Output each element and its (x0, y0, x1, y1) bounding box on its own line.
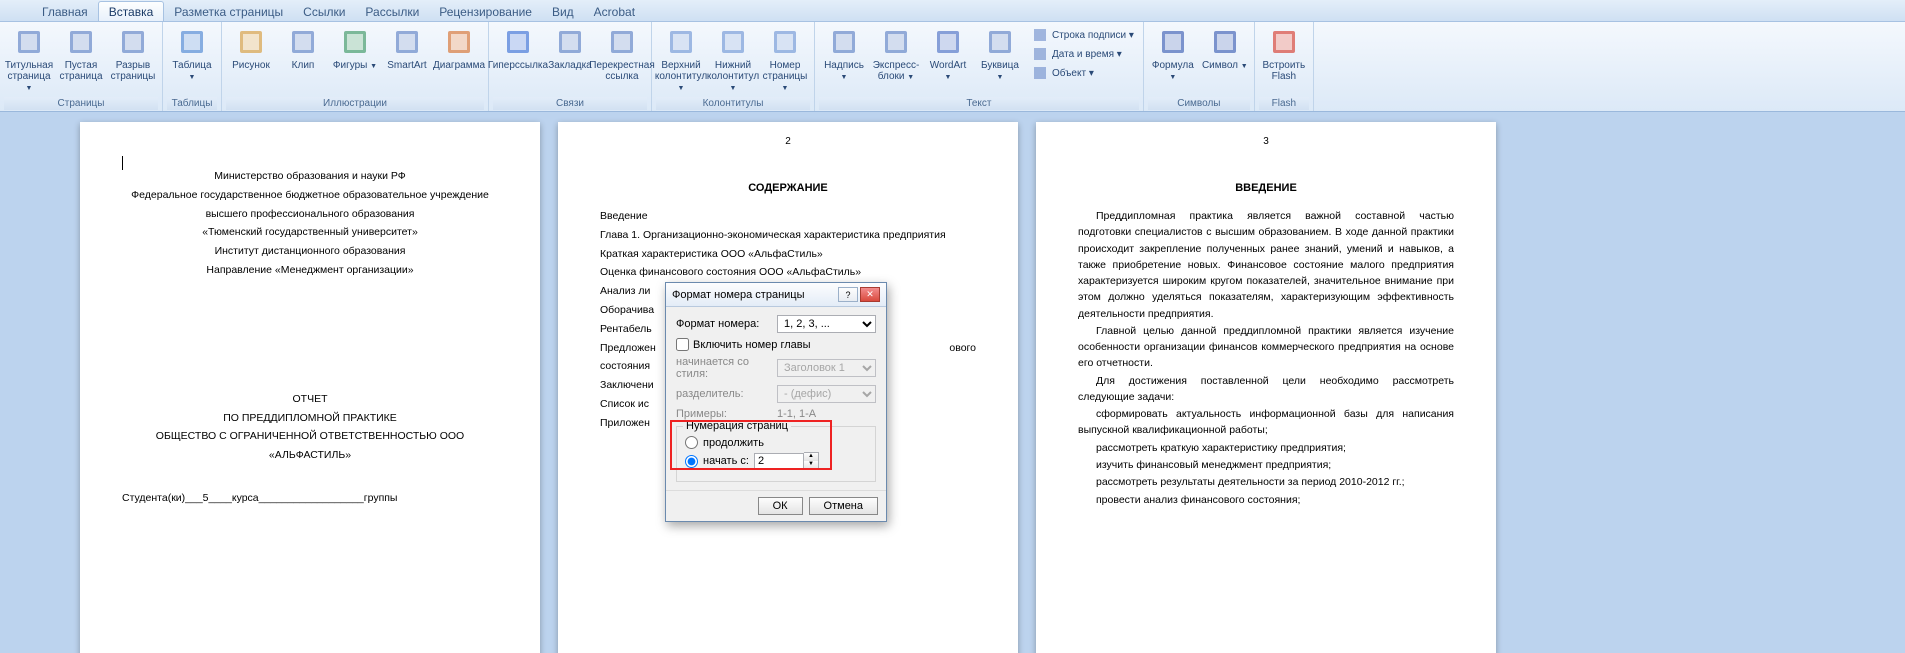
start-style-select: Заголовок 1 (777, 359, 876, 377)
chart-icon (443, 26, 475, 58)
signature-line-button[interactable]: Строка подписи ▾ (1029, 26, 1137, 44)
table-button[interactable]: Таблица ▼ (167, 24, 217, 85)
include-chapter-label: Включить номер главы (693, 339, 811, 351)
cover-page-icon (13, 26, 45, 58)
tab-ссылки[interactable]: Ссылки (293, 2, 355, 21)
tab-acrobat[interactable]: Acrobat (584, 2, 645, 21)
clip-art-button[interactable]: Клип (278, 24, 328, 73)
page-number-button[interactable]: Номерстраницы ▼ (760, 24, 810, 96)
tab-главная[interactable]: Главная (32, 2, 98, 21)
dialog-titlebar[interactable]: Формат номера страницы ? ✕ (666, 283, 886, 307)
date-time-icon (1032, 46, 1048, 62)
wordart-icon (932, 26, 964, 58)
start-at-label: начать с: (703, 455, 749, 467)
page-1: Министерство образования и науки РФФедер… (80, 122, 540, 653)
drop-cap-icon (984, 26, 1016, 58)
footer-icon (717, 26, 749, 58)
hyperlink-icon (502, 26, 534, 58)
page-number-3: 3 (1263, 136, 1269, 147)
ribbon-tabs: ГлавнаяВставкаРазметка страницыСсылкиРас… (0, 0, 1905, 22)
drop-cap-button[interactable]: Буквица ▼ (975, 24, 1025, 85)
close-icon[interactable]: ✕ (860, 287, 880, 302)
header-button[interactable]: Верхнийколонтитул ▼ (656, 24, 706, 96)
equation-icon (1157, 26, 1189, 58)
tab-рассылки[interactable]: Рассылки (355, 2, 429, 21)
chart-button[interactable]: Диаграмма (434, 24, 484, 73)
start-at-radio[interactable] (685, 455, 698, 468)
ribbon: Титульнаястраница ▼ПустаястраницаРазрывс… (0, 22, 1905, 112)
document-area: Министерство образования и науки РФФедер… (0, 112, 1905, 653)
signature-line-icon (1032, 27, 1048, 43)
header-icon (665, 26, 697, 58)
text-box-icon (828, 26, 860, 58)
hyperlink-button[interactable]: Гиперссылка (493, 24, 543, 73)
page-break-button[interactable]: Разрывстраницы (108, 24, 158, 84)
intro-title: ВВЕДЕНИЕ (1078, 182, 1454, 194)
toc-item: Краткая характеристика ООО «АльфаСтиль» (600, 246, 976, 263)
format-label: Формат номера: (676, 318, 771, 330)
cancel-button[interactable]: Отмена (809, 497, 878, 515)
toc-item: Предложен (600, 340, 656, 357)
spinner-down-icon[interactable]: ▼ (804, 461, 818, 469)
bookmark-icon (554, 26, 586, 58)
tab-вид[interactable]: Вид (542, 2, 584, 21)
numbering-legend: Нумерация страниц (683, 420, 791, 432)
text-box-button[interactable]: Надпись ▼ (819, 24, 869, 85)
shapes-icon (339, 26, 371, 58)
dialog-title: Формат номера страницы (672, 289, 805, 301)
ok-button[interactable]: ОК (758, 497, 803, 515)
start-style-label: начинается со стиля: (676, 356, 771, 380)
cross-reference-button[interactable]: Перекрестнаяссылка (597, 24, 647, 84)
smartart-button[interactable]: SmartArt (382, 24, 432, 73)
toc-title: СОДЕРЖАНИЕ (600, 182, 976, 194)
quick-parts-button[interactable]: Экспресс-блоки ▼ (871, 24, 921, 85)
page-number-icon (769, 26, 801, 58)
symbol-button[interactable]: Символ ▼ (1200, 24, 1250, 74)
quick-parts-icon (880, 26, 912, 58)
separator-select: - (дефис) (777, 385, 876, 403)
page-number-2: 2 (785, 136, 791, 147)
continue-label: продолжить (703, 437, 764, 449)
page-3: 3 ВВЕДЕНИЕ Преддипломная практика являет… (1036, 122, 1496, 653)
examples-value: 1-1, 1-A (777, 408, 816, 420)
blank-page-icon (65, 26, 97, 58)
tab-вставка[interactable]: Вставка (98, 1, 165, 21)
blank-page-button[interactable]: Пустаястраница (56, 24, 106, 84)
object-button[interactable]: Объект ▾ (1029, 64, 1137, 82)
toc-item: Глава 1. Организационно-экономическая ха… (600, 227, 976, 244)
embed-flash-button[interactable]: ВстроитьFlash (1259, 24, 1309, 84)
student-line: Студента(ки)___5____курса_______________… (122, 490, 498, 507)
start-at-input[interactable] (754, 453, 804, 469)
tab-разметка страницы[interactable]: Разметка страницы (164, 2, 293, 21)
footer-button[interactable]: Нижнийколонтитул ▼ (708, 24, 758, 96)
separator-label: разделитель: (676, 388, 771, 400)
continue-radio[interactable] (685, 436, 698, 449)
clip-art-icon (287, 26, 319, 58)
picture-icon (235, 26, 267, 58)
symbol-icon (1209, 26, 1241, 58)
spinner-up-icon[interactable]: ▲ (804, 453, 818, 461)
examples-label: Примеры: (676, 408, 771, 420)
page-break-icon (117, 26, 149, 58)
help-icon[interactable]: ? (838, 287, 858, 302)
shapes-button[interactable]: Фигуры ▼ (330, 24, 380, 74)
toc-item: Оценка финансового состояния ООО «АльфаС… (600, 264, 976, 281)
include-chapter-checkbox[interactable] (676, 338, 689, 351)
wordart-button[interactable]: WordArt ▼ (923, 24, 973, 85)
format-select[interactable]: 1, 2, 3, ... (777, 315, 876, 333)
toc-item: Введение (600, 208, 976, 225)
date-time-button[interactable]: Дата и время ▾ (1029, 45, 1137, 63)
object-icon (1032, 65, 1048, 81)
bookmark-button[interactable]: Закладка (545, 24, 595, 73)
tab-рецензирование[interactable]: Рецензирование (429, 2, 542, 21)
smartart-icon (391, 26, 423, 58)
cover-page-button[interactable]: Титульнаястраница ▼ (4, 24, 54, 96)
equation-button[interactable]: Формула ▼ (1148, 24, 1198, 85)
page-number-format-dialog: Формат номера страницы ? ✕ Формат номера… (665, 282, 887, 522)
picture-button[interactable]: Рисунок (226, 24, 276, 73)
embed-flash-icon (1268, 26, 1300, 58)
table-icon (176, 26, 208, 58)
cross-reference-icon (606, 26, 638, 58)
